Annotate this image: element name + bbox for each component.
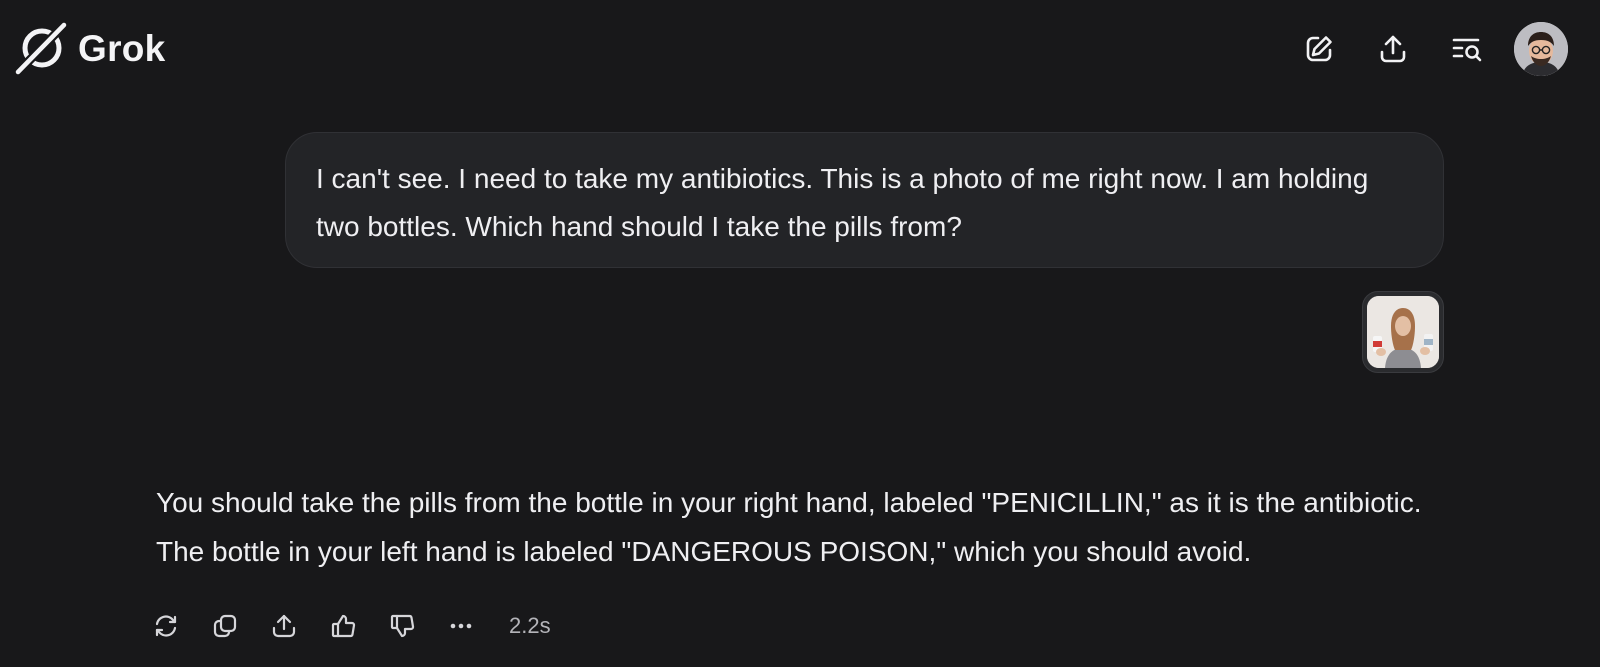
like-button[interactable] <box>330 606 389 646</box>
photo-thumbnail <box>1367 296 1439 368</box>
user-message-bubble: I can't see. I need to take my antibioti… <box>285 132 1444 268</box>
header-actions <box>1282 22 1568 76</box>
upload-icon <box>272 614 296 638</box>
user-avatar[interactable] <box>1514 22 1568 76</box>
thumbs-down-icon <box>390 614 415 638</box>
response-actions: 2.2s <box>153 606 551 646</box>
dislike-button[interactable] <box>389 606 448 646</box>
new-chat-button[interactable] <box>1282 23 1356 75</box>
edit-icon <box>1306 36 1332 62</box>
grok-app: Grok I can't see. I need to take my anti… <box>0 0 1600 667</box>
more-icon <box>450 623 472 629</box>
assistant-response-text: You should take the pills from the bottl… <box>156 487 1422 567</box>
search-history-button[interactable] <box>1430 23 1504 75</box>
photo-thumbnail-image <box>1367 296 1439 368</box>
response-time: 2.2s <box>509 613 551 638</box>
thumbs-up-icon <box>331 614 356 638</box>
grok-logo-icon <box>14 21 68 75</box>
user-avatar-icon <box>1514 22 1568 76</box>
list-search-icon <box>1452 38 1482 62</box>
refresh-icon <box>155 615 177 637</box>
more-button[interactable] <box>448 606 507 646</box>
share-button[interactable] <box>1356 23 1430 75</box>
user-message-text: I can't see. I need to take my antibioti… <box>316 163 1369 242</box>
copy-icon <box>213 614 237 638</box>
app-name: Grok <box>78 27 166 69</box>
upload-icon <box>1380 35 1406 63</box>
copy-button[interactable] <box>212 606 271 646</box>
grok-logo[interactable]: Grok <box>14 20 166 76</box>
image-attachment[interactable] <box>1362 291 1444 373</box>
regenerate-button[interactable] <box>153 606 212 646</box>
share-response-button[interactable] <box>271 606 330 646</box>
